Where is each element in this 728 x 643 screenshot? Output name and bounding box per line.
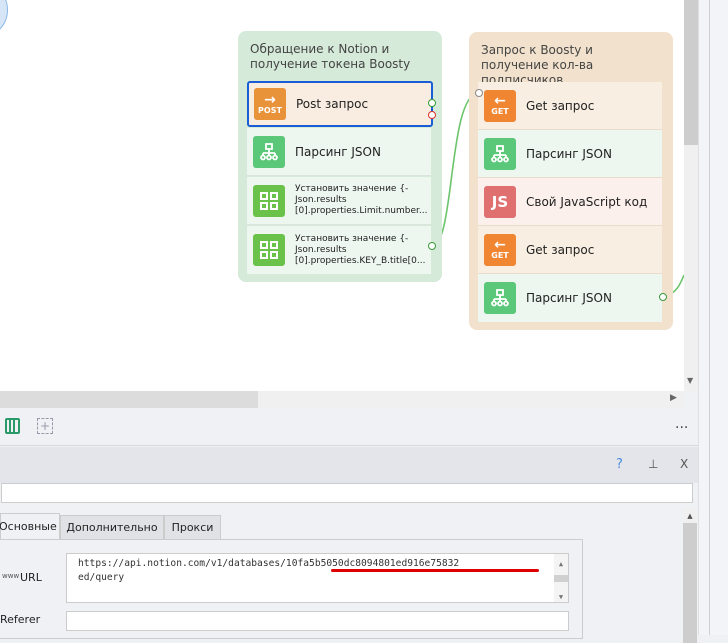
red-underline-annotation — [331, 569, 539, 572]
block-label: Парсинг JSON — [526, 146, 612, 161]
get-arrow-icon: ← GET — [484, 233, 516, 266]
block-label: Свой JavaScript код — [526, 194, 648, 209]
grid-icon — [253, 234, 285, 266]
json-tree-icon — [253, 135, 285, 168]
block-label: Post запрос — [296, 97, 369, 111]
more-menu-button[interactable]: ... — [675, 416, 688, 432]
error-port[interactable] — [428, 111, 436, 119]
referer-label: Referer — [0, 613, 41, 626]
block-name-input[interactable] — [1, 483, 693, 503]
block-label: Установить значение {-Json.results [0].p… — [295, 233, 426, 266]
scrollbar-thumb[interactable] — [684, 0, 698, 145]
referer-input[interactable] — [66, 611, 569, 631]
block-set-value[interactable]: Установить значение {-Json.results [0].p… — [247, 226, 431, 274]
block-label: Установить значение {-Json.results [0].p… — [295, 184, 428, 216]
block-json-parse[interactable]: Парсинг JSON — [478, 130, 662, 178]
close-button[interactable]: X — [680, 457, 688, 471]
right-edge — [698, 0, 728, 635]
success-port[interactable] — [428, 99, 436, 107]
table-icon[interactable] — [5, 418, 20, 434]
add-block-icon[interactable]: + — [37, 418, 53, 434]
block-label: Парсинг JSON — [526, 291, 612, 305]
url-line: ed/query — [78, 572, 125, 583]
scroll-right-arrow[interactable]: ▶ — [670, 393, 677, 403]
json-tree-icon — [484, 282, 516, 314]
block-label: Парсинг JSON — [295, 144, 381, 159]
block-label: Get запрос — [526, 242, 595, 257]
tab-basic[interactable]: Основные — [0, 513, 60, 540]
grid-icon — [253, 184, 285, 217]
block-post-request[interactable]: → POST Post запрос — [247, 81, 433, 127]
workflow-canvas[interactable]: Обращение к Notion и получение токена Bo… — [0, 0, 684, 391]
block-get-request[interactable]: ← GET Get запрос — [478, 82, 662, 130]
scrollbar-thumb[interactable] — [0, 391, 258, 408]
input-port[interactable] — [475, 89, 483, 97]
js-icon: JS — [484, 185, 516, 218]
block-set-value[interactable]: Установить значение {-Json.results [0].p… — [247, 177, 431, 225]
scroll-down-arrow[interactable]: ▼ — [687, 376, 693, 385]
help-button[interactable]: ? — [616, 457, 623, 472]
json-tree-icon — [484, 137, 516, 170]
tab-proxy[interactable]: Прокси — [164, 515, 221, 540]
block-javascript[interactable]: JS Свой JavaScript код — [478, 178, 662, 226]
horizontal-scrollbar[interactable]: ▶ — [0, 391, 684, 408]
url-scrollbar[interactable]: ▲ ▼ — [554, 554, 568, 602]
group-boosty[interactable]: Запрос к Boosty и получение кол-ва подпи… — [469, 32, 673, 330]
get-arrow-icon: ← GET — [484, 89, 516, 122]
url-label: URL — [20, 571, 42, 584]
properties-panel: ? ⊥ X Основные Дополнительно Прокси www … — [0, 447, 698, 643]
group-notion[interactable]: Обращение к Notion и получение токена Bo… — [238, 31, 442, 282]
toolbar: + ... — [0, 408, 698, 446]
block-get-request[interactable]: ← GET Get запрос — [478, 226, 662, 274]
block-json-parse[interactable]: Парсинг JSON — [247, 128, 431, 176]
vertical-scrollbar[interactable]: ▼ — [684, 0, 698, 391]
group-title: Обращение к Notion и получение токена Bo… — [250, 42, 411, 71]
pin-icon[interactable]: ⊥ — [648, 457, 658, 471]
block-label: Get запрос — [526, 98, 595, 113]
www-icon: www — [2, 572, 20, 580]
post-arrow-icon: → POST — [254, 88, 286, 120]
block-json-parse[interactable]: Парсинг JSON — [478, 274, 662, 322]
panel-scrollbar[interactable]: ▲ — [683, 508, 697, 643]
output-port[interactable] — [428, 242, 436, 250]
output-port[interactable] — [659, 293, 667, 301]
url-textarea[interactable]: https://api.notion.com/v1/databases/10fa… — [66, 553, 569, 603]
panel-header: ? ⊥ X — [0, 447, 698, 483]
tab-advanced[interactable]: Дополнительно — [60, 515, 164, 540]
